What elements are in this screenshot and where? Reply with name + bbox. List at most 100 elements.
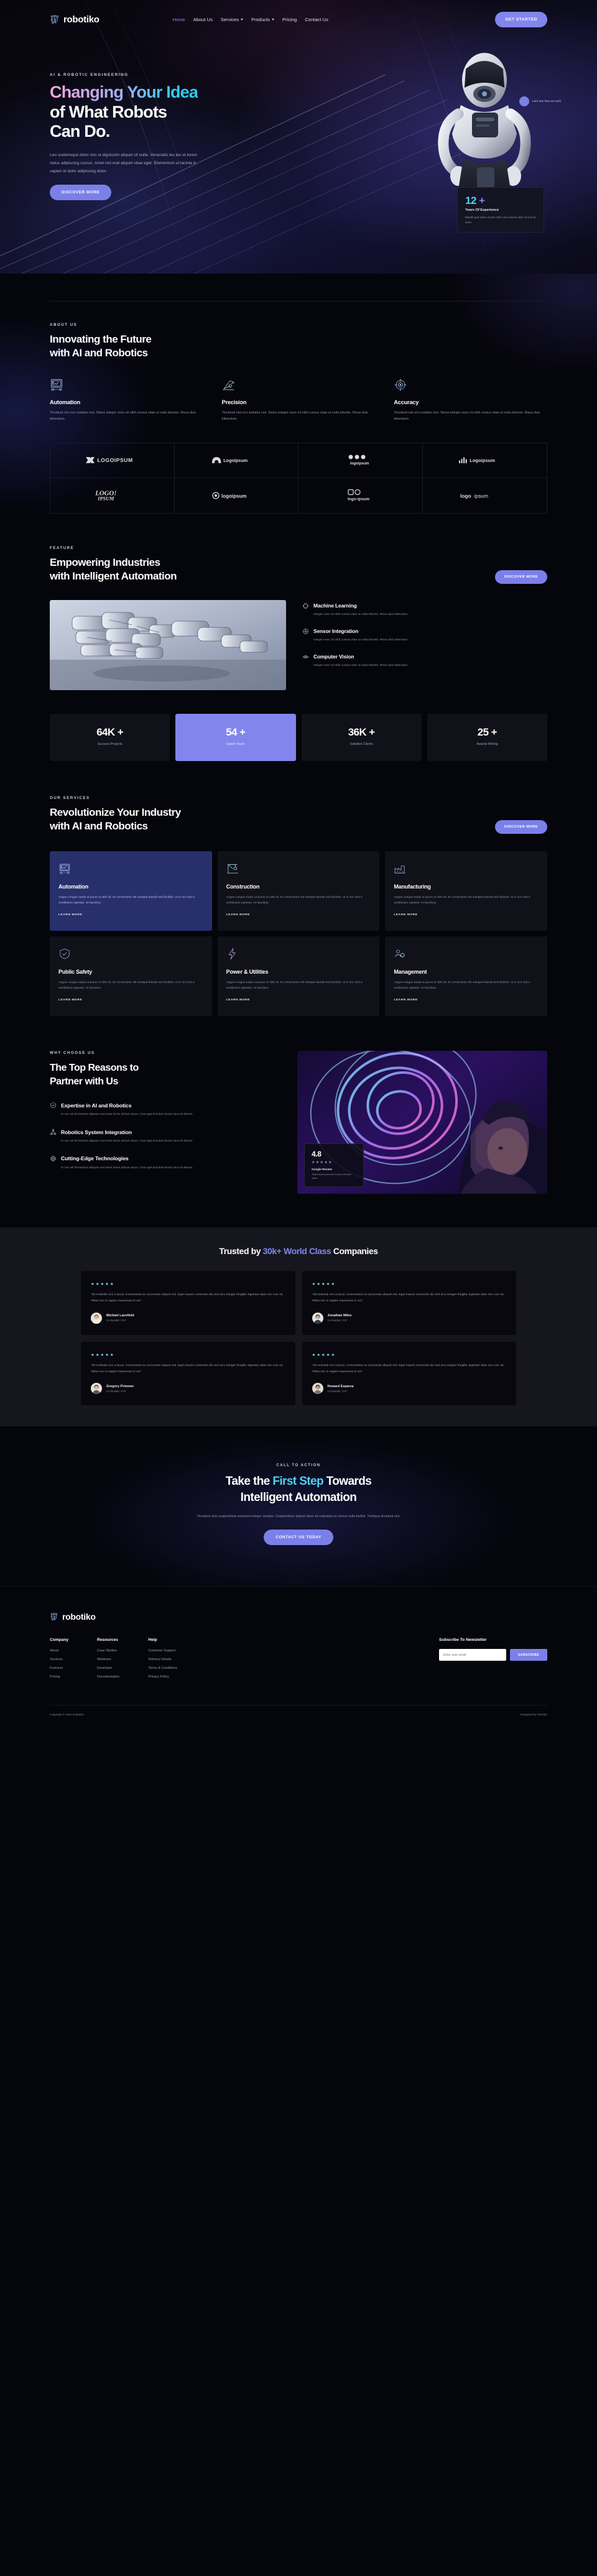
network-icon [50, 1129, 57, 1135]
footer-link-terms-conditions[interactable]: Terms & Conditions [148, 1666, 177, 1670]
testimonials-section: Trusted by 30k+ World Class Companies ★★… [0, 1227, 597, 1427]
client-logo: logo- ipsum [298, 478, 423, 513]
footer-link-developer[interactable]: Developer [97, 1666, 119, 1670]
rating-source: Google Review [312, 1167, 332, 1171]
services-title: Revolutionize Your Industry with AI and … [50, 806, 181, 834]
service-learn-more-link[interactable]: LEARN MORE [58, 999, 82, 1002]
feature-item-computer-vision: Computer Vision Integer nunc mi nibh cur… [302, 653, 547, 669]
feature-item-sensor-integration: Sensor Integration Integer nunc mi nibh … [302, 628, 547, 644]
get-started-button[interactable]: GET STARTED [495, 11, 547, 27]
stat-card-awards-wining: 25 + Awards Wining [427, 713, 547, 761]
stat-card-success-projects: 64K + Success Projects [50, 713, 170, 761]
service-card-construction[interactable]: Construction Augue congue turpis ut puru… [217, 851, 380, 931]
why-item-system-integration: Robotics System Integration In non vel f… [50, 1129, 280, 1144]
services-discover-more-button[interactable]: DISCOVER MORE [494, 819, 547, 834]
nav-item-about-us[interactable]: About Us [193, 17, 213, 22]
newsletter-subscribe-button[interactable]: SUBSCRIBE [510, 1649, 547, 1661]
main-navigation[interactable]: robotiko Home About Us Services Products… [50, 0, 547, 39]
logoipsum-dots-icon: logoipsum [348, 455, 369, 466]
cta-title-pre: Take the [225, 1475, 273, 1489]
cta-title-highlight: First Step [272, 1475, 323, 1489]
robot-hand-illustration [50, 599, 286, 690]
service-learn-more-link[interactable]: LEARN MORE [394, 999, 417, 1002]
svg-text:Logoipsum: Logoipsum [223, 458, 248, 463]
footer-link-privacy-policy[interactable]: Privacy Policy [148, 1675, 177, 1679]
service-card-public-safety[interactable]: Public Safety Augue congue turpis ut pur… [50, 936, 212, 1017]
footer-link-pricing[interactable]: Pricing [50, 1675, 68, 1679]
footer-link-services[interactable]: Services [50, 1658, 68, 1661]
avatar-image [312, 1383, 323, 1395]
service-card-power-utilities[interactable]: Power & Utilities Augue congue turpis ut… [217, 936, 380, 1017]
hero-discover-more-button[interactable]: DISCOVER MORE [50, 185, 112, 201]
footer-credit: Designed by Techitro [521, 1713, 547, 1717]
why-item-desc: In non vel fermentum aliquam sed amet lo… [61, 1139, 193, 1142]
svg-text:ipsum: ipsum [358, 497, 369, 501]
footer-link-about[interactable]: About [50, 1649, 68, 1653]
cta-paragraph: Tincidunt duis suspendisse euismod integ… [197, 1515, 400, 1519]
nav-item-products[interactable]: Products [251, 17, 275, 22]
footer-link-case-studies[interactable]: Case Studies [97, 1649, 119, 1653]
why-list: Expertise in AI and Robotics In non vel … [50, 1102, 280, 1170]
feature-section: FEATURE Empowering Industries with Intel… [0, 513, 597, 761]
footer-column-heading: Help [148, 1638, 157, 1643]
stat-number: 25 + [477, 726, 497, 738]
service-card-manufacturing[interactable]: Manufacturing Augue congue turpis ut pur… [385, 851, 547, 931]
nav-links[interactable]: Home About Us Services Products Pricing … [173, 17, 328, 22]
why-item-desc: In non vel fermentum aliquam sed amet lo… [61, 1165, 193, 1169]
hero-stat-label: Years Of Experience [465, 208, 499, 212]
hero-paragraph: Leo scelerisque dolor non ut dignissim a… [50, 152, 198, 174]
service-learn-more-link[interactable]: LEARN MORE [58, 913, 82, 916]
service-card-management[interactable]: Management Augue congue turpis ut purus … [385, 936, 547, 1017]
newsletter-email-input[interactable] [439, 1649, 507, 1661]
cta-eyebrow: CALL TO ACTION [276, 1464, 321, 1468]
monitor-chart-icon [59, 864, 70, 874]
logoipsum-square-icon: logo- ipsum [348, 489, 370, 501]
feature-title: Empowering Industries with Intelligent A… [50, 556, 177, 584]
testimonial-card: ★★★★★ "Sit molestie orci a lacus. Consec… [302, 1341, 516, 1406]
testimonial-text: "Sit molestie orci a lacus. Consectetur … [91, 1293, 284, 1303]
service-card-automation[interactable]: Automation Augue congue turpis ut purus … [50, 851, 212, 931]
stat-label: Awards Wining [476, 742, 498, 746]
cta-contact-button[interactable]: CONTACT US TODAY [264, 1530, 333, 1546]
section-divider [50, 301, 547, 302]
nav-item-services[interactable]: Services [221, 17, 244, 22]
service-learn-more-link[interactable]: LEARN MORE [226, 999, 250, 1002]
service-learn-more-link[interactable]: LEARN MORE [394, 913, 417, 916]
rating-value: 4.8 [312, 1149, 322, 1158]
testimonial-stars: ★★★★★ [312, 1282, 336, 1287]
logoipsum-plain-icon: logo ipsum [460, 492, 488, 499]
play-dot-icon[interactable] [519, 96, 529, 106]
brand-logo[interactable]: robotiko [50, 14, 100, 25]
rating-subtext: Total future powered tourism ultimate do… [312, 1172, 351, 1180]
logoipsum-bars-icon: Logoipsum [459, 457, 496, 464]
about-section: ABOUT US Innovating the Future with AI a… [0, 274, 597, 514]
cpu-icon [302, 602, 309, 609]
monitor-chart-icon [50, 379, 63, 390]
footer-link-customer-support[interactable]: Customer Support [148, 1649, 177, 1653]
why-item-desc: In non vel fermentum aliquam sed amet lo… [61, 1112, 193, 1116]
nav-item-home[interactable]: Home [173, 17, 185, 22]
service-desc: Augue congue turpis ut purus ut nibh sit… [58, 981, 195, 990]
sensor-icon [303, 629, 308, 634]
about-feature-title: Accuracy [394, 399, 419, 405]
nav-item-pricing[interactable]: Pricing [282, 17, 297, 22]
footer-brand-name: robotiko [62, 1612, 96, 1622]
footer-link-webinars[interactable]: Webinars [97, 1658, 119, 1661]
service-desc: Augue congue turpis ut purus ut nibh sit… [394, 981, 530, 990]
service-desc: Augue congue turpis ut purus ut nibh sit… [58, 895, 195, 905]
service-learn-more-link[interactable]: LEARN MORE [226, 913, 250, 916]
why-title-line-2: Partner with Us [50, 1076, 118, 1087]
footer-column-heading: Resources [97, 1638, 118, 1643]
why-item-title: Robotics System Integration [61, 1129, 132, 1135]
why-title-line-1: The Top Reasons to [50, 1063, 139, 1074]
footer-link-documentation[interactable]: Documentation [97, 1675, 119, 1679]
testimonial-card: ★★★★★ "Sit molestie orci a lacus. Consec… [302, 1271, 516, 1335]
footer-link-features[interactable]: Features [50, 1666, 68, 1670]
footer-link-delivery-details[interactable]: Delivery Details [148, 1658, 177, 1661]
feature-discover-more-button[interactable]: DISCOVER MORE [494, 570, 547, 584]
hero-section: robotiko Home About Us Services Products… [0, 0, 597, 274]
footer-brand-logo[interactable]: robotiko [50, 1612, 96, 1622]
why-item-expertise: Expertise in AI and Robotics In non vel … [50, 1102, 280, 1117]
nav-item-contact-us[interactable]: Contact Us [305, 17, 328, 22]
testimonial-author-role: Co-founder, XYZ [327, 1389, 347, 1393]
